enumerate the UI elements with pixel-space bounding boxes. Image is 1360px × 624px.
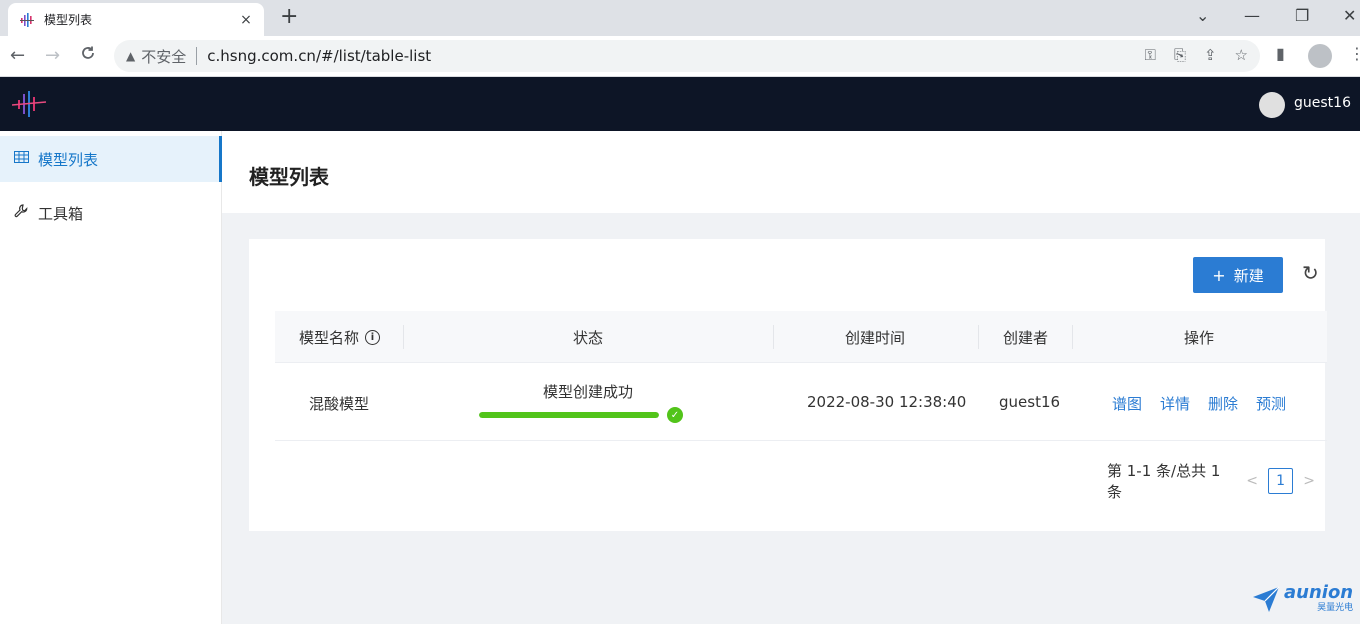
watermark-texts: aunion 昊量光电	[1284, 584, 1353, 613]
watermark-sub: 昊量光电	[1317, 603, 1354, 613]
status-text: 模型创建成功	[543, 383, 634, 401]
new-tab-button[interactable]: +	[280, 6, 298, 28]
refresh-icon[interactable]: ↻	[1302, 263, 1319, 283]
address-bar[interactable]: ▲ 不安全 c.hsng.com.cn/#/list/table-list ⚿ …	[114, 40, 1260, 72]
creator-cell: guest16	[999, 393, 1061, 411]
model-list-card: + 新建 ↻ 模型名称 i 状态 创建时间 创建者 操作 混酸模型 模型创建成功…	[249, 239, 1327, 531]
browser-tab-bar: 模型列表 × + ⌄ — ❐ ✕	[0, 0, 1360, 36]
page-number-button[interactable]: 1	[1267, 468, 1294, 494]
plus-icon: +	[1212, 265, 1226, 285]
column-header-label: 模型名称	[299, 328, 360, 347]
security-warning-label[interactable]: 不安全	[141, 46, 186, 67]
prev-page-icon[interactable]: <	[1246, 473, 1258, 489]
restore-button[interactable]: ❐	[1295, 6, 1309, 25]
tab-search-icon[interactable]: ⌄	[1196, 6, 1209, 25]
tab-close-icon[interactable]: ×	[238, 12, 254, 28]
created-time-cell: 2022-08-30 12:38:40	[807, 393, 967, 411]
close-window-button[interactable]: ✕	[1343, 6, 1356, 25]
column-divider	[978, 325, 979, 349]
page-header: 模型列表	[222, 131, 1360, 213]
browser-tab[interactable]: 模型列表 ×	[8, 3, 264, 36]
app-logo-icon[interactable]	[11, 89, 47, 119]
sidebar-item-model-list[interactable]: 模型列表	[0, 136, 222, 182]
column-header-created-time[interactable]: 创建时间	[845, 311, 905, 363]
sidebar-item-toolbox[interactable]: 工具箱	[0, 190, 222, 236]
check-circle-icon: ✓	[667, 407, 683, 423]
wrench-icon	[12, 204, 30, 222]
star-icon[interactable]: ☆	[1235, 46, 1248, 64]
back-icon[interactable]: ←	[10, 45, 25, 66]
warning-icon[interactable]: ▲	[126, 49, 135, 63]
column-divider	[773, 325, 774, 349]
pagination-summary: 第 1-1 条/总共 1 条	[1107, 462, 1221, 501]
progress-fill	[479, 412, 659, 418]
sidebar-item-label: 工具箱	[38, 204, 84, 223]
table-icon	[12, 151, 30, 167]
model-name-cell: 混酸模型	[309, 395, 370, 413]
table-row: 混酸模型 模型创建成功 ✓ 2022-08-30 12:38:40 guest1…	[275, 363, 1327, 441]
menu-dots-icon[interactable]: ⋮	[1349, 44, 1360, 63]
column-header-actions: 操作	[1184, 328, 1215, 347]
action-delete-link[interactable]: 删除	[1208, 393, 1238, 414]
new-model-button[interactable]: + 新建	[1193, 257, 1283, 293]
table-header: 模型名称 i 状态 创建时间 创建者 操作	[275, 311, 1327, 363]
profile-icon[interactable]	[1308, 44, 1332, 68]
new-button-label: 新建	[1233, 266, 1264, 285]
watermark-brand: aunion	[1284, 582, 1354, 603]
status-progress-bar	[479, 412, 659, 418]
avatar[interactable]	[1259, 92, 1285, 118]
action-spectrum-link[interactable]: 谱图	[1112, 393, 1142, 414]
action-predict-link[interactable]: 预测	[1256, 393, 1286, 414]
app-header: guest16	[0, 77, 1360, 131]
column-header-status: 状态	[573, 328, 604, 347]
share-icon[interactable]: ⇪	[1204, 46, 1217, 64]
omnibox-divider	[196, 47, 198, 65]
reload-icon[interactable]	[80, 45, 96, 66]
column-divider	[1072, 325, 1073, 349]
info-icon[interactable]: i	[365, 329, 381, 345]
action-details-link[interactable]: 详情	[1160, 393, 1190, 414]
key-icon[interactable]: ⚿	[1145, 46, 1156, 64]
watermark: aunion 昊量光电	[1252, 584, 1353, 613]
tab-title: 模型列表	[44, 13, 93, 27]
omnibox-actions: ⚿ ⎘ ⇪ ☆	[1145, 46, 1248, 64]
column-divider	[403, 325, 404, 349]
browser-toolbar: ← → ▲ 不安全 c.hsng.com.cn/#/list/table-lis…	[0, 36, 1360, 77]
url-text[interactable]: c.hsng.com.cn/#/list/table-list	[207, 47, 431, 65]
side-panel-icon[interactable]: ▮	[1276, 44, 1285, 63]
app-favicon-icon	[18, 11, 36, 29]
page-title: 模型列表	[249, 165, 329, 189]
user-name[interactable]: guest16	[1294, 95, 1351, 111]
sidebar-item-label: 模型列表	[38, 150, 99, 169]
column-header-name: 模型名称 i	[299, 311, 381, 363]
sidebar: 模型列表 工具箱	[0, 131, 222, 624]
translate-icon[interactable]: ⎘	[1174, 46, 1186, 64]
minimize-button[interactable]: —	[1244, 6, 1260, 25]
forward-icon[interactable]: →	[45, 45, 60, 66]
paper-plane-logo-icon	[1252, 585, 1280, 613]
pagination: 第 1-1 条/总共 1 条 < 1 >	[1107, 460, 1325, 502]
next-page-icon[interactable]: >	[1303, 473, 1315, 489]
column-header-creator: 创建者	[1003, 328, 1049, 347]
